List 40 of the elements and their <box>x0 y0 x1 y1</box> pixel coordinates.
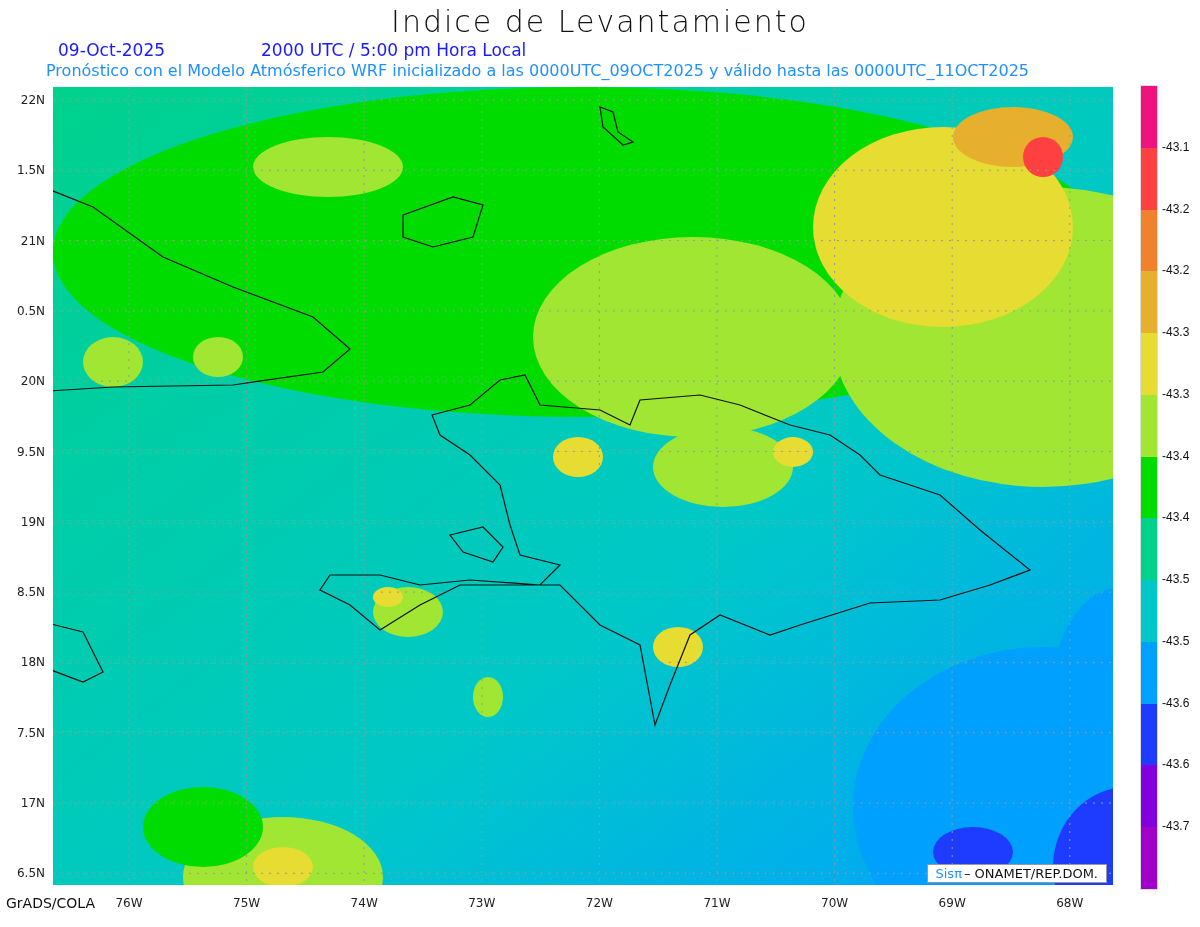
latitude-label: 8.5N <box>16 585 45 600</box>
latitude-label: 0.5N <box>16 303 45 318</box>
latitude-label: 19N <box>20 514 45 529</box>
scale-label: -43.5 <box>1162 633 1190 648</box>
scale-label: -43.1 <box>1162 139 1190 154</box>
scale-label: -43.3 <box>1162 386 1190 401</box>
scale-label: -43.6 <box>1162 757 1190 772</box>
scale-label: -43.6 <box>1162 695 1190 710</box>
scale-label: -43.7 <box>1162 819 1190 834</box>
longitude-label: 72W <box>585 895 613 910</box>
latitude-label: 21N <box>20 233 45 248</box>
credit-text: – ONAMET/REP.DOM. <box>963 866 1098 881</box>
latitude-label: 22N <box>20 93 45 107</box>
brand-label: Sisπ <box>935 866 962 881</box>
latitude-label: 18N <box>20 655 45 670</box>
scale-label: -43.2 <box>1162 263 1190 278</box>
latitude-label: 20N <box>20 374 45 389</box>
scale-label: -43.5 <box>1162 572 1190 587</box>
longitude-label: 73W <box>468 895 496 910</box>
longitude-label: 69W <box>938 895 966 910</box>
chart-title: Indice de Levantamiento <box>390 4 810 40</box>
longitude-label: 74W <box>350 895 378 910</box>
longitude-label: 70W <box>821 895 849 910</box>
latitude-label: 9.5N <box>16 444 45 459</box>
latitude-label: 17N <box>20 796 45 810</box>
forecast-subtitle: Pronóstico con el Modelo Atmósferico WRF inicializado a las 0000UTC_09OCT2025 y válido hasta las 0000UTC_11OCT2025 <box>45 61 1030 82</box>
longitude-label: 76W <box>115 895 143 910</box>
date-label: 09-Oct-2025 <box>58 40 166 61</box>
scale-label: -43.4 <box>1162 510 1190 525</box>
time-label: 2000 UTC / 5:00 pm Hora Local <box>261 40 527 61</box>
latitude-label: 7.5N <box>16 725 45 740</box>
longitude-label: 71W <box>703 895 731 910</box>
scale-label: -43.3 <box>1162 325 1190 340</box>
latitude-label: 6.5N <box>16 866 45 881</box>
longitude-label: 75W <box>233 895 261 910</box>
software-label: GrADS/COLA <box>5 894 97 911</box>
longitude-label: 68W <box>1056 895 1084 910</box>
scale-label: -43.4 <box>1162 448 1190 463</box>
scale-label: -43.2 <box>1162 201 1190 216</box>
latitude-label: 1.5N <box>16 163 45 178</box>
